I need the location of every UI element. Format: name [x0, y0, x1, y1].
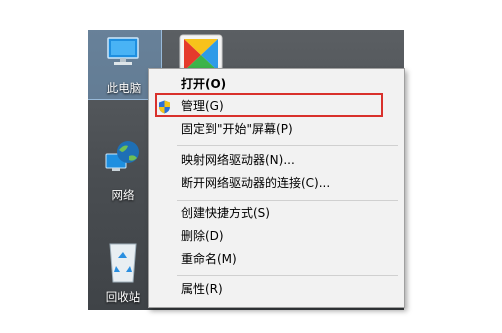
menu-item-map-network-drive[interactable]: 映射网络驱动器(N)...: [149, 149, 404, 171]
menu-item-label: 映射网络驱动器(N)...: [181, 153, 295, 167]
menu-item-disconnect-network-drive[interactable]: 断开网络驱动器的连接(C)...: [149, 172, 404, 194]
menu-item-properties[interactable]: 属性(R): [149, 278, 404, 300]
menu-item-pin-to-start[interactable]: 固定到"开始"屏幕(P): [149, 118, 404, 140]
menu-separator: [177, 275, 398, 276]
highlight-box: [155, 93, 383, 117]
menu-item-open[interactable]: 打开(O): [149, 73, 404, 95]
menu-separator: [177, 200, 398, 201]
menu-item-create-shortcut[interactable]: 创建快捷方式(S): [149, 202, 404, 224]
computer-icon: [105, 35, 141, 75]
network-globe-icon: [102, 138, 142, 182]
menu-item-label: 固定到"开始"屏幕(P): [181, 122, 293, 136]
menu-item-label: 断开网络驱动器的连接(C)...: [181, 176, 331, 190]
menu-item-rename[interactable]: 重命名(M): [149, 248, 404, 270]
menu-separator: [177, 145, 398, 146]
menu-item-label: 打开(O): [181, 77, 227, 91]
menu-item-label: 属性(R): [181, 282, 223, 296]
menu-item-delete[interactable]: 删除(D): [149, 225, 404, 247]
recycle-bin-icon: [106, 240, 140, 288]
menu-item-label: 删除(D): [181, 229, 224, 243]
menu-item-label: 重命名(M): [181, 252, 237, 266]
menu-item-label: 创建快捷方式(S): [181, 206, 270, 220]
